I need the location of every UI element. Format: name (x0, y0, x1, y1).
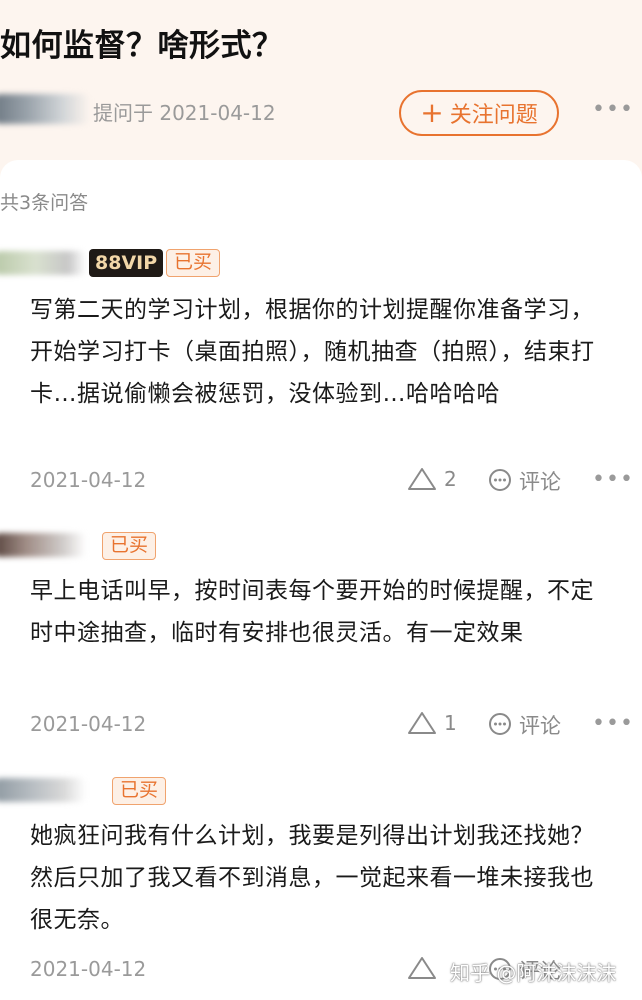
like-button[interactable]: 1 (406, 710, 457, 736)
like-count: 1 (444, 711, 457, 735)
answer-text: 写第二天的学习计划，根据你的计划提醒你准备学习，开始学习打卡（桌面拍照），随机抽… (30, 297, 595, 407)
avatar[interactable] (0, 778, 86, 802)
triangle-like-icon (408, 957, 436, 979)
avatar[interactable] (0, 533, 86, 557)
comment-icon (489, 713, 511, 735)
bought-badge: 已买 (112, 777, 167, 805)
vip-badge: 88VIP (89, 249, 164, 277)
more-dots-icon[interactable]: ••• (592, 467, 634, 492)
asker-row: 提问于 2021-04-12 + 关注问题 ••• (0, 88, 642, 136)
more-dots-icon[interactable]: ••• (592, 97, 634, 122)
like-count: 2 (444, 467, 457, 491)
answers-count: 共3条问答 (0, 192, 89, 214)
avatar[interactable] (0, 251, 86, 275)
comment-label: 评论 (519, 470, 561, 494)
answer-date: 2021-04-12 (30, 957, 147, 981)
comment-button[interactable]: 评论 (487, 710, 561, 740)
triangle-like-icon (408, 468, 436, 490)
asked-date: 提问于 2021-04-12 (93, 101, 276, 125)
comment-button[interactable]: 评论 (487, 466, 561, 496)
comment-icon (489, 469, 511, 491)
more-dots-icon[interactable]: ••• (592, 711, 634, 736)
watermark: 知乎 @阿沫沫沫沫 (450, 961, 617, 985)
question-title: 如何监督？啥形式？ (0, 28, 284, 64)
follow-label: 关注问题 (449, 103, 538, 128)
answer-date: 2021-04-12 (30, 712, 147, 736)
answers-card: 共3条问答 88VIP 已买 写第二天的学习计划，根据你的计划提醒你准备学习，开… (0, 160, 642, 1000)
like-button[interactable] (406, 955, 444, 981)
answer-text: 早上电话叫早，按时间表每个要开始的时候提醒，不定时中途抽查，临时有安排也很灵活。… (30, 578, 594, 646)
asker-avatar[interactable] (0, 94, 90, 124)
question-header: 如何监督？啥形式？ 提问于 2021-04-12 + 关注问题 ••• (0, 0, 642, 160)
plus-icon: + (420, 96, 444, 129)
triangle-like-icon (408, 712, 436, 734)
like-button[interactable]: 2 (406, 466, 457, 492)
bought-badge: 已买 (166, 249, 221, 277)
follow-question-button[interactable]: + 关注问题 (399, 90, 559, 136)
answer-date: 2021-04-12 (30, 468, 147, 492)
bought-badge: 已买 (102, 532, 157, 560)
answer-text: 她疯狂问我有什么计划，我要是列得出计划我还找她？然后只加了我又看不到消息，一觉起… (30, 823, 594, 933)
comment-label: 评论 (519, 714, 561, 738)
